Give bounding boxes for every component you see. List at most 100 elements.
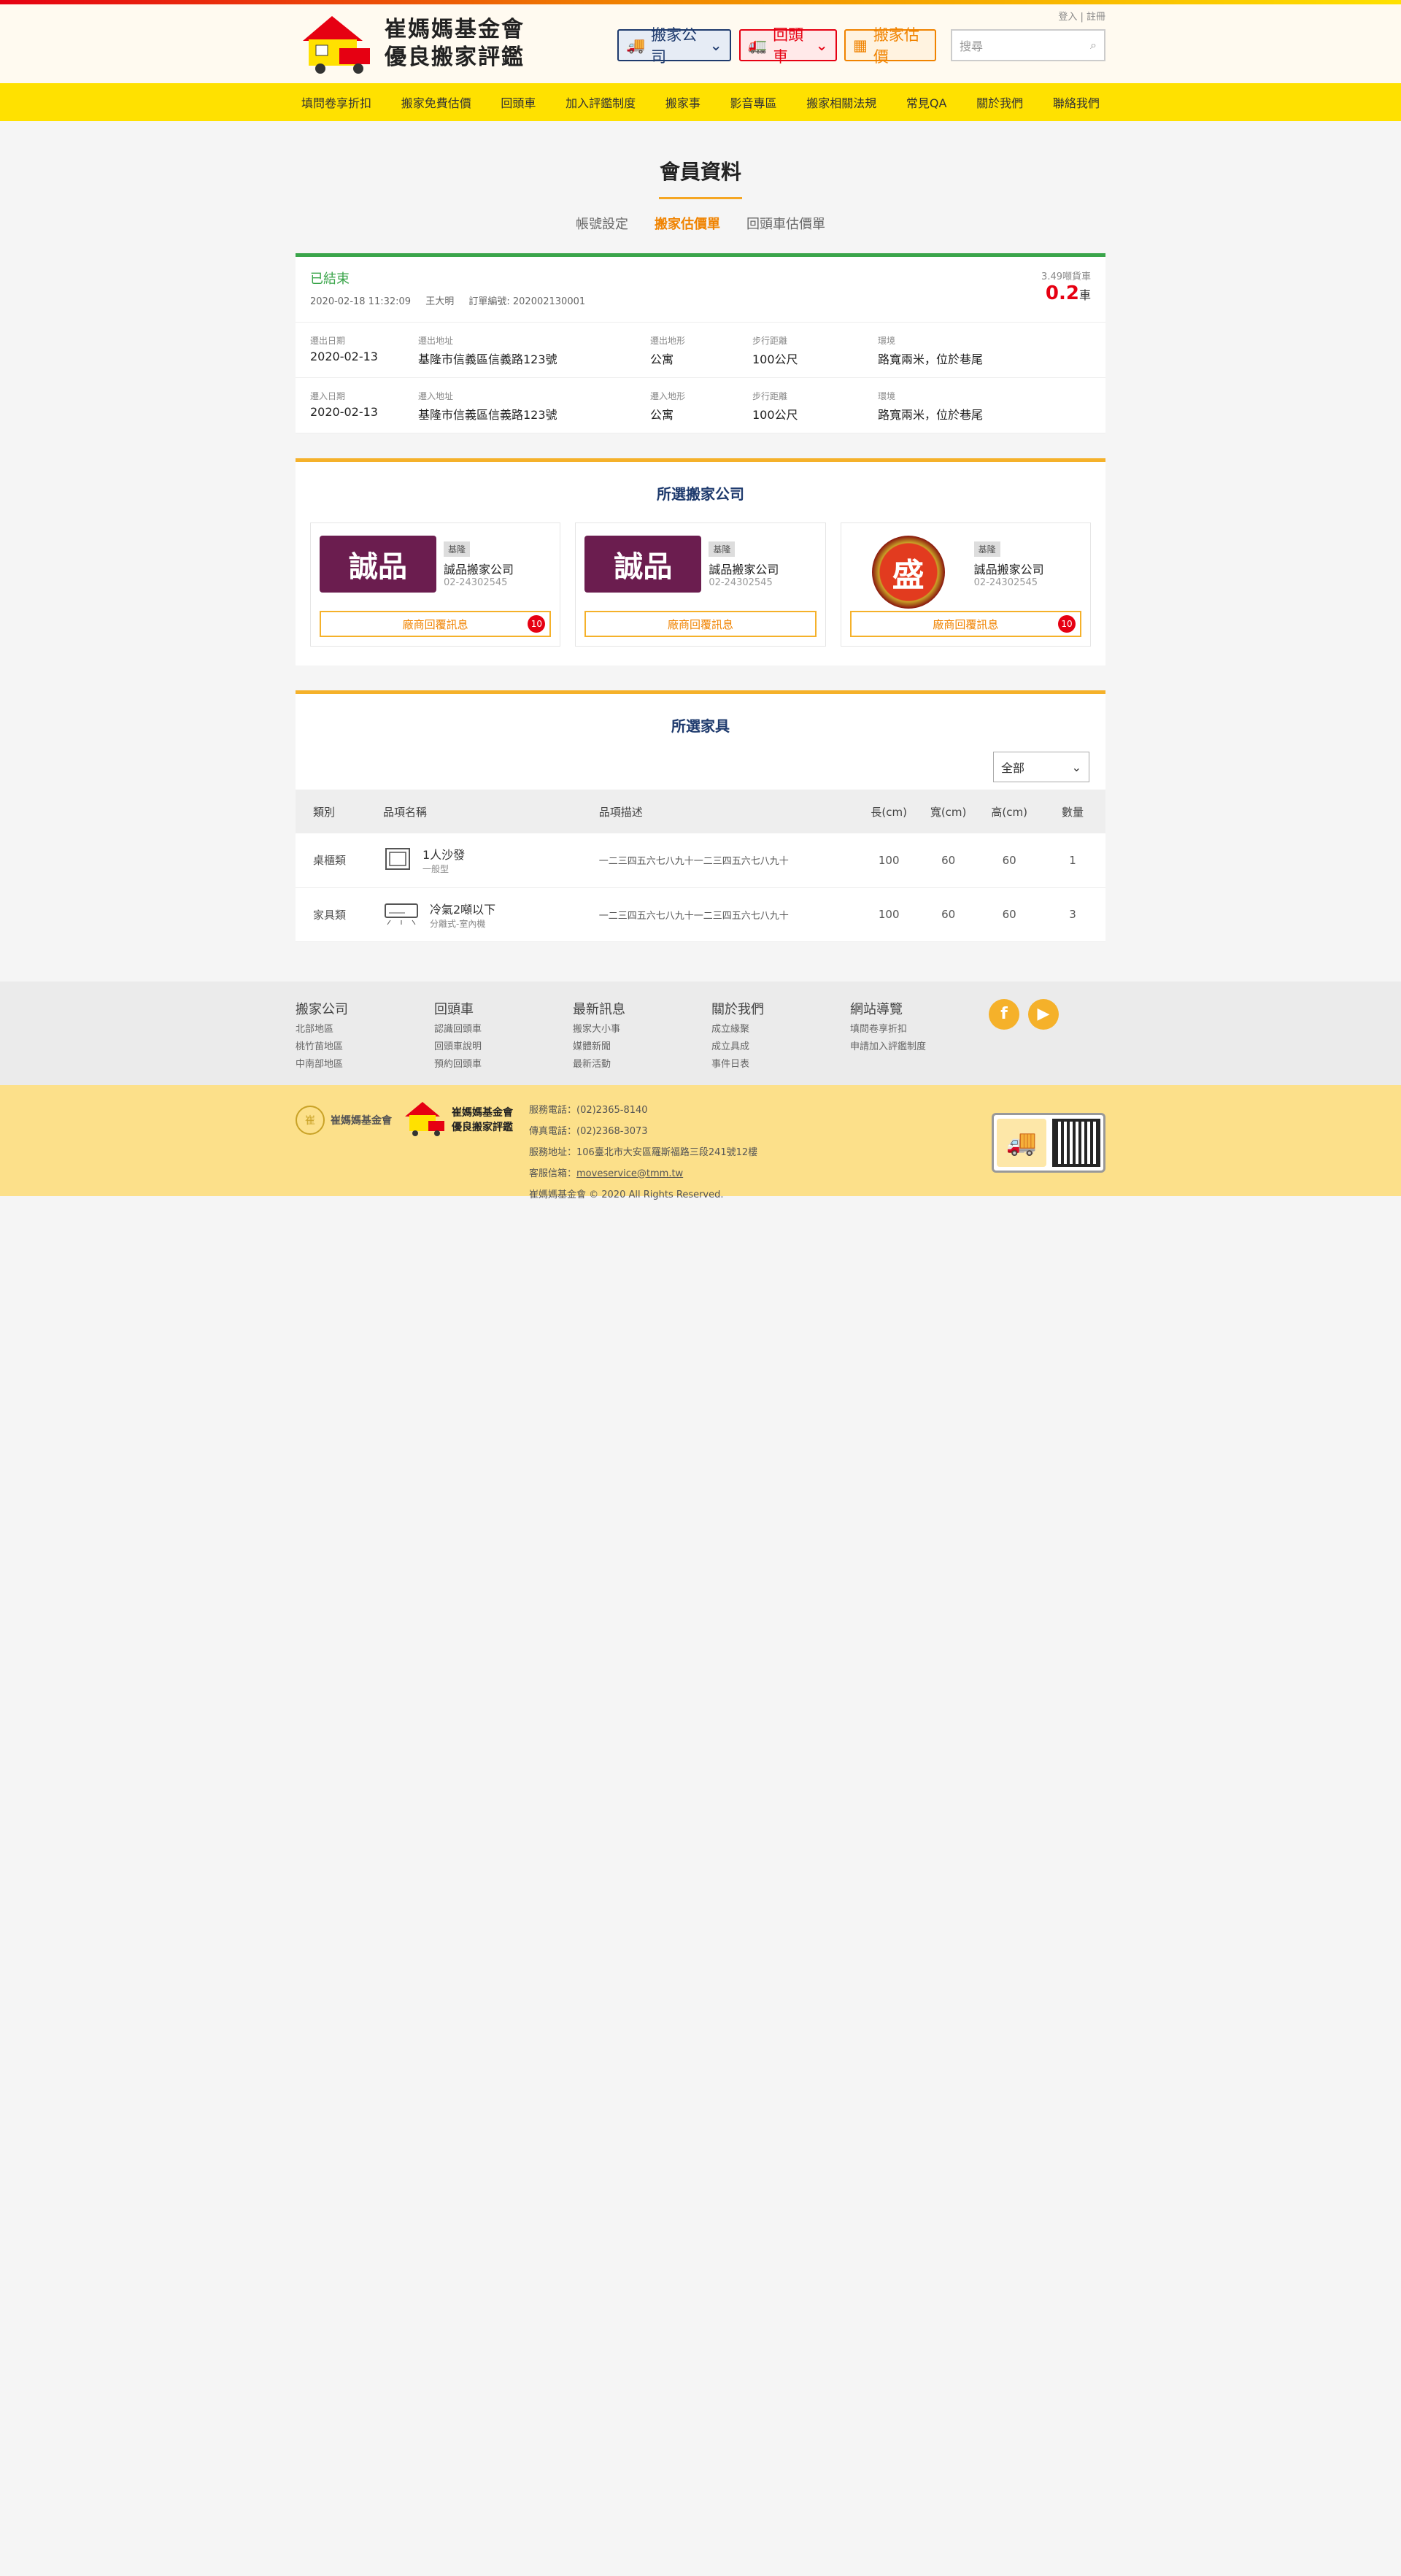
quantity-cell: 1 [1039,833,1105,888]
logo-house-icon [296,13,377,74]
footer-link[interactable]: 填問卷享折扣 [850,1021,989,1038]
footer-link[interactable]: 北部地區 [296,1021,434,1038]
estimate-button[interactable]: ▦ 搬家估價 [844,26,936,66]
footer-link[interactable]: 事件日表 [711,1056,850,1073]
env-label: 環境 [878,391,896,401]
vendor-reply-label: 廠商回覆訊息 [402,617,468,631]
dist-value: 100公尺 [752,408,798,422]
logo-line1: 崔媽媽基金會 [385,17,525,42]
selected-companies-title: 所選搬家公司 [657,485,744,503]
height-cell: 60 [979,887,1040,942]
vendor-reply-button[interactable]: 廠商回覆訊息 [584,611,817,637]
search-icon[interactable]: ⌕ [1090,38,1097,53]
company-logo: 誠品 [584,536,702,594]
env-value: 路寬兩米，位於巷尾 [878,408,984,422]
footer-column: 網站導覽 填問卷享折扣 申請加入評鑑制度 [850,999,989,1073]
footer-link[interactable]: 最新活動 [573,1056,711,1073]
footer-links: 搬家公司 北部地區 桃竹苗地區 中南部地區 回頭車 認識回頭車 回頭車說明 預約回頭車 最新訊息… [0,981,1401,1085]
site-logo[interactable]: 崔媽媽基金會 優良搬家評鑑 [296,13,525,74]
shape-value: 公寓 [650,352,674,366]
unread-count-badge: 10 [528,615,546,633]
company-card[interactable]: 誠品 基隆 誠品搬家公司 02-24302545 廠商回覆訊息 [575,522,826,647]
footer-email-link[interactable]: moveservice@tmm.tw [576,1168,683,1179]
tab-moving-estimate[interactable]: 搬家估價單 [655,214,720,233]
truck-unit: 車 [1078,288,1091,302]
shape-label: 遷出地形 [650,336,686,346]
dist-label: 步行距離 [752,336,788,346]
nav-item[interactable]: 聯絡我們 [1053,93,1100,111]
footer-link[interactable]: 媒體新聞 [573,1038,711,1056]
footer-address: 服務地址：106臺北市大安區羅斯福路三段241號12樓 [529,1146,758,1158]
item-subtype: 分離式-室內機 [430,918,486,929]
footer-link[interactable]: 認識回頭車 [434,1021,573,1038]
moving-company-button[interactable]: 🚚 搬家公司 ⌄ [617,26,731,66]
quantity-cell: 3 [1039,887,1105,942]
register-link[interactable]: 註冊 [1087,12,1105,23]
footer-link[interactable]: 回頭車說明 [434,1038,573,1056]
foundation-emblem-icon: 崔 [296,1105,325,1135]
company-card[interactable]: 誠品 基隆 誠品搬家公司 02-24302545 廠商回覆訊息 10 [310,522,561,647]
footer-column: 搬家公司 北部地區 桃竹苗地區 中南部地區 [296,999,434,1073]
facebook-icon[interactable]: f [989,998,1019,1030]
nav-item[interactable]: 關於我們 [976,93,1023,111]
truck-size: 3.49噸貨車 [1041,271,1091,282]
nav-item[interactable]: 常見QA [906,93,947,111]
vendor-reply-label: 廠商回覆訊息 [667,617,733,631]
footer-logo-line1: 崔媽媽基金會 [452,1106,513,1119]
logo-line2: 優良搬家評鑑 [385,45,525,70]
footer-copyright: 崔媽媽基金會 © 2020 All Rights Reserved. [529,1189,724,1200]
company-name: 誠品搬家公司 [973,563,1044,576]
date-value: 2020-02-13 [310,405,378,419]
search-input[interactable]: 搜尋 ⌕ [951,29,1105,61]
category-cell: 桌櫃類 [296,833,383,888]
tab-return-truck-estimate[interactable]: 回頭車估價單 [746,214,825,233]
shape-value: 公寓 [650,408,674,422]
footer-link[interactable]: 申請加入評鑑制度 [850,1038,989,1056]
mascot-truck-icon: 🚚 [997,1118,1046,1167]
addr-value: 基隆市信義區信義路123號 [418,352,557,366]
nav-item[interactable]: 搬家免費估價 [401,93,471,111]
footer-site-logo[interactable]: 崔媽媽基金會 優良搬家評鑑 [402,1100,513,1141]
shape-label: 遷入地形 [650,391,686,401]
chevron-down-icon: ⌄ [709,36,722,54]
header: 崔媽媽基金會 優良搬家評鑑 登入 | 註冊 🚚 搬家公司 ⌄ 🚛 回頭車 ⌄ ▦… [0,4,1401,83]
furniture-table: 類別 品項名稱 品項描述 長(cm) 寬(cm) 高(cm) 數量 桌櫃類 1人沙發 一般型 … [296,790,1105,942]
footer-link[interactable]: 桃竹苗地區 [296,1038,434,1056]
calculator-icon: ▦ [853,36,868,54]
return-truck-icon: 🚛 [748,36,768,54]
tab-account-settings[interactable]: 帳號設定 [576,214,628,233]
foundation-logo[interactable]: 崔 崔媽媽基金會 [296,1100,392,1141]
company-phone: 02-24302545 [973,577,1038,588]
nav-item[interactable]: 回頭車 [501,93,536,111]
return-truck-button[interactable]: 🚛 回頭車 ⌄ [739,26,837,66]
width-cell: 60 [917,887,979,942]
footer-link[interactable]: 預約回頭車 [434,1056,573,1073]
footer-link[interactable]: 成立緣聚 [711,1021,850,1038]
company-card[interactable]: 盛 基隆 誠品搬家公司 02-24302545 廠商回覆訊息 10 [840,522,1091,647]
furniture-filter-select[interactable]: 全部 ⌄ [993,752,1089,782]
nav-item[interactable]: 填問卷享折扣 [301,93,371,111]
vendor-reply-button[interactable]: 廠商回覆訊息 10 [320,611,552,637]
addr-label: 遷入地址 [418,391,454,401]
table-row: 桌櫃類 1人沙發 一般型 一二三四五六七八九十一二三四五六七八九十 100 60 … [296,833,1105,888]
login-link[interactable]: 登入 [1058,12,1077,23]
nav-item[interactable]: 搬家相關法規 [806,93,876,111]
nav-item[interactable]: 搬家事 [665,93,700,111]
footer-column: 回頭車 認識回頭車 回頭車說明 預約回頭車 [434,999,573,1073]
nav-item[interactable]: 加入評鑑制度 [566,93,636,111]
qr-code-card[interactable]: 🚚 [992,1112,1105,1173]
footer-column: 關於我們 成立緣聚 成立具成 事件日表 [711,999,850,1073]
dist-label: 步行距離 [752,391,788,401]
footer-link[interactable]: 中南部地區 [296,1056,434,1073]
member-tabs: 帳號設定 搬家估價單 回頭車估價單 [296,214,1105,233]
table-header: 品項描述 [598,790,860,833]
selected-companies-section: 所選搬家公司 誠品 基隆 誠品搬家公司 02-24302545 廠商回覆訊息 10… [296,458,1105,666]
youtube-icon[interactable]: ▶ [1028,998,1059,1030]
moving-company-label: 搬家公司 [651,26,698,66]
nav-item[interactable]: 影音專區 [730,93,777,111]
vendor-reply-label: 廠商回覆訊息 [933,617,999,631]
footer-link[interactable]: 搬家大小事 [573,1021,711,1038]
footer-link[interactable]: 成立具成 [711,1038,850,1056]
vendor-reply-button[interactable]: 廠商回覆訊息 10 [849,611,1081,637]
footer-phone: 服務電話：(02)2365-8140 [529,1104,648,1116]
